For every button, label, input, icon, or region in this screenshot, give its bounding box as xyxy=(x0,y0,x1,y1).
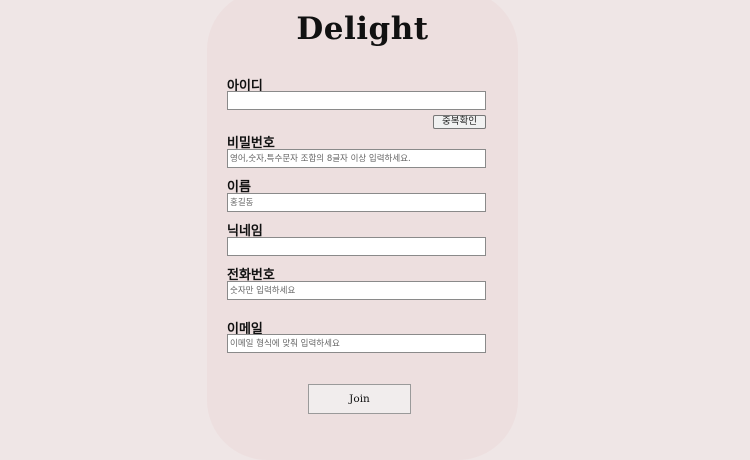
password-input[interactable] xyxy=(227,149,486,168)
brand-title: Delight xyxy=(296,11,429,47)
phone-input[interactable] xyxy=(227,281,486,300)
email-input[interactable] xyxy=(227,334,486,353)
id-input[interactable] xyxy=(227,91,486,110)
name-input[interactable] xyxy=(227,193,486,212)
nickname-input[interactable] xyxy=(227,237,486,256)
join-button[interactable]: Join xyxy=(308,384,411,414)
duplicate-check-button[interactable]: 중복확인 xyxy=(433,115,486,129)
